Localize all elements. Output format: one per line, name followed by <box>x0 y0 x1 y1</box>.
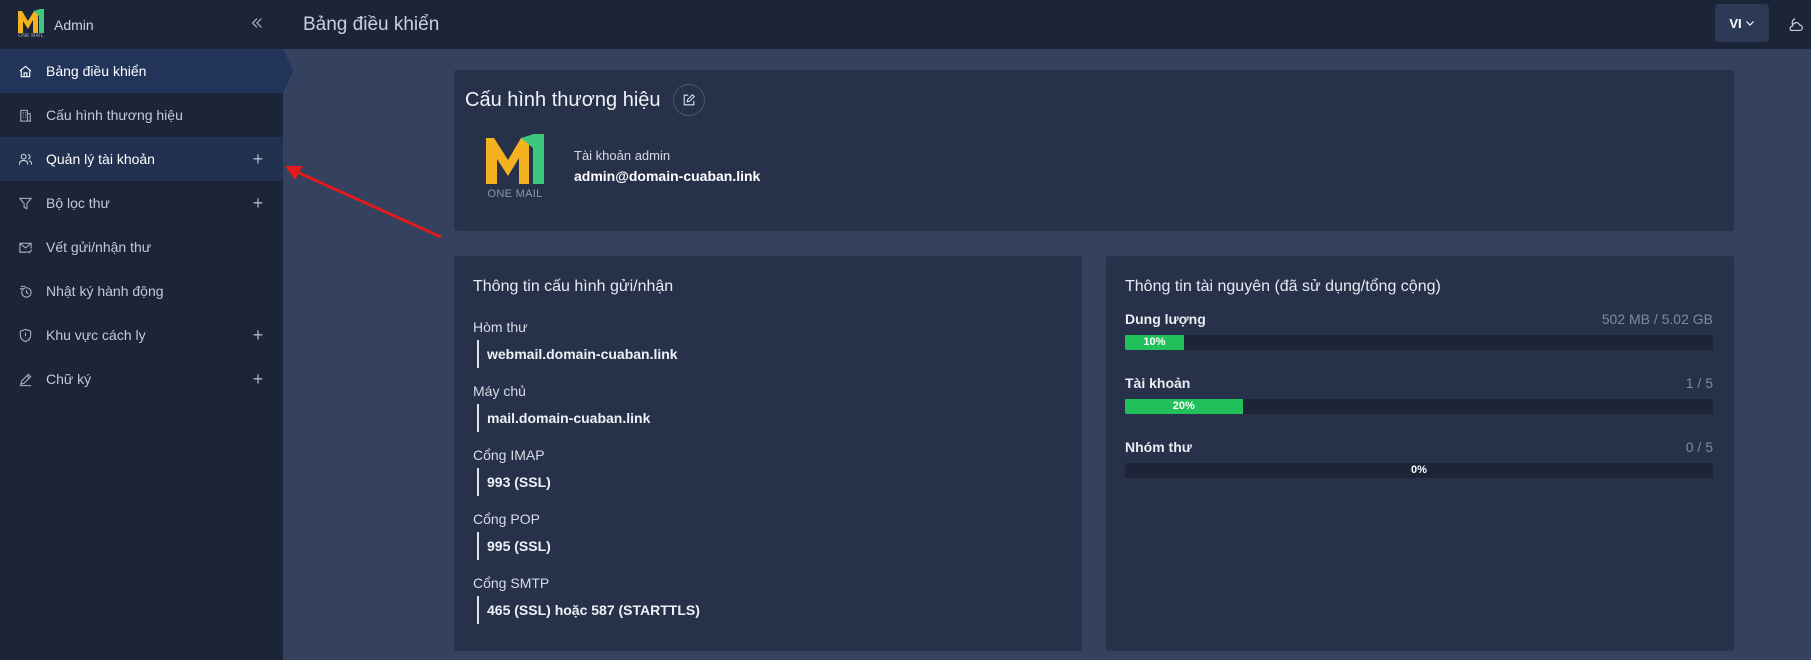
config-value: webmail.domain-cuaban.link <box>477 340 1063 368</box>
resource-usage-card: Thông tin tài nguyên (đã sử dụng/tổng cộ… <box>1106 256 1734 651</box>
resource-usage: 0 / 5 <box>1685 439 1713 455</box>
config-item-pop: Cổng POP 995 (SSL) <box>473 511 1063 575</box>
logo-tiny-text: ONE MAIL <box>18 32 44 39</box>
top-bar: Bảng điều khiển VI <box>283 0 1811 49</box>
config-label: Hòm thư <box>473 319 528 335</box>
admin-account-info: Tài khoản admin admin@domain-cuaban.link <box>574 148 760 184</box>
mail-check-icon <box>16 238 34 256</box>
language-selector[interactable]: VI <box>1715 4 1769 42</box>
config-label: Cổng SMTP <box>473 575 550 591</box>
sidebar-item-label: Quản lý tài khoản <box>46 151 155 167</box>
sidebar-item-dashboard[interactable]: Bảng điều khiển <box>0 49 293 93</box>
brand-card-header: Cấu hình thương hiệu <box>465 84 705 116</box>
theme-toggle-button[interactable] <box>1785 14 1807 36</box>
mail-config-list: Hòm thư webmail.domain-cuaban.link Máy c… <box>473 319 1063 639</box>
signature-pen-icon <box>16 370 34 388</box>
expand-icon[interactable]: + <box>249 193 267 213</box>
logo-caption: ONE MAIL <box>487 188 543 200</box>
sidebar: ONE MAIL Admin Bảng điều khiển Cấu hình … <box>0 0 293 660</box>
progress-bar: 20% <box>1125 399 1713 414</box>
sidebar-item-brand-config[interactable]: Cấu hình thương hiệu <box>0 93 283 137</box>
onemail-logo-icon <box>486 134 544 184</box>
sidebar-item-label: Khu vực cách ly <box>46 327 146 343</box>
resource-label: Nhóm thư <box>1125 439 1192 455</box>
config-item-imap: Cổng IMAP 993 (SSL) <box>473 447 1063 511</box>
sidebar-item-activity-log[interactable]: Nhật ký hành động <box>0 269 283 313</box>
brand-area: ONE MAIL Admin <box>0 0 283 49</box>
admin-account-label: Tài khoản admin <box>574 148 671 163</box>
config-value: 995 (SSL) <box>477 532 1063 560</box>
sidebar-item-account-management[interactable]: Quản lý tài khoản + <box>0 137 283 181</box>
sidebar-item-label: Cấu hình thương hiệu <box>46 107 183 123</box>
onemail-logo-icon <box>18 8 44 33</box>
brand-config-card: Cấu hình thương hiệu ONE MAIL Tài khoản … <box>454 70 1734 231</box>
sidebar-nav: Bảng điều khiển Cấu hình thương hiệu Quả… <box>0 49 293 401</box>
config-value: 993 (SSL) <box>477 468 1063 496</box>
resource-label: Tài khoản <box>1125 375 1191 391</box>
resource-item-mail-groups: Nhóm thư 0 / 5 0% <box>1125 439 1713 503</box>
config-value: mail.domain-cuaban.link <box>477 404 1063 432</box>
language-code: VI <box>1729 15 1742 31</box>
app-name: Admin <box>54 16 94 33</box>
resource-item-accounts: Tài khoản 1 / 5 20% <box>1125 375 1713 439</box>
expand-icon[interactable]: + <box>249 325 267 345</box>
sidebar-item-label: Vết gửi/nhận thư <box>46 239 152 255</box>
resource-usage: 502 MB / 5.02 GB <box>1601 311 1713 327</box>
brand-card-title: Cấu hình thương hiệu <box>465 88 661 111</box>
resource-label: Dung lượng <box>1125 311 1206 327</box>
collapse-sidebar-button[interactable] <box>247 13 267 33</box>
config-item-smtp: Cổng SMTP 465 (SSL) hoặc 587 (STARTTLS) <box>473 575 1063 639</box>
edit-brand-button[interactable] <box>672 84 705 116</box>
home-icon <box>16 62 34 80</box>
expand-icon[interactable]: + <box>249 369 267 389</box>
config-item-webmail: Hòm thư webmail.domain-cuaban.link <box>473 319 1063 383</box>
progress-bar: 0% <box>1125 463 1713 478</box>
shield-icon <box>16 326 34 344</box>
progress-label: 10% <box>1143 336 1166 348</box>
sidebar-item-mail-trace[interactable]: Vết gửi/nhận thư <box>0 225 283 269</box>
sidebar-item-quarantine[interactable]: Khu vực cách ly + <box>0 313 283 357</box>
brand-logo: ONE MAIL <box>482 132 548 200</box>
resource-usage-list: Dung lượng 502 MB / 5.02 GB 10% Tài khoả… <box>1125 311 1713 503</box>
config-label: Máy chủ <box>473 383 526 399</box>
resource-usage-title: Thông tin tài nguyên (đã sử dụng/tổng cộ… <box>1125 278 1441 295</box>
moon-cloud-icon <box>1789 18 1803 31</box>
sidebar-item-label: Chữ ký <box>46 371 92 387</box>
page-title: Bảng điều khiển <box>303 13 440 35</box>
mail-config-card: Thông tin cấu hình gửi/nhận Hòm thư webm… <box>454 256 1082 651</box>
mail-config-title: Thông tin cấu hình gửi/nhận <box>473 278 674 295</box>
chevron-down-icon <box>1745 21 1754 26</box>
progress-label: 20% <box>1172 400 1195 412</box>
building-icon <box>16 106 34 124</box>
resource-item-storage: Dung lượng 502 MB / 5.02 GB 10% <box>1125 311 1713 375</box>
sidebar-item-signature[interactable]: Chữ ký + <box>0 357 283 401</box>
double-chevron-left-icon <box>251 18 262 28</box>
config-value: 465 (SSL) hoặc 587 (STARTTLS) <box>477 596 1063 624</box>
admin-email: admin@domain-cuaban.link <box>574 168 761 184</box>
sidebar-item-label: Nhật ký hành động <box>46 283 164 299</box>
config-label: Cổng IMAP <box>473 447 545 463</box>
sidebar-item-mail-filter[interactable]: Bộ lọc thư + <box>0 181 283 225</box>
resource-usage: 1 / 5 <box>1685 375 1713 391</box>
config-label: Cổng POP <box>473 511 540 527</box>
sidebar-item-label: Bảng điều khiển <box>46 63 147 79</box>
progress-bar: 10% <box>1125 335 1713 350</box>
app-logo[interactable]: ONE MAIL <box>16 8 46 42</box>
filter-icon <box>16 194 34 212</box>
expand-icon[interactable]: + <box>249 149 267 169</box>
annotation-arrow <box>285 166 442 239</box>
sidebar-item-label: Bộ lọc thư <box>46 195 110 211</box>
activity-log-icon <box>16 282 34 300</box>
config-item-server: Máy chủ mail.domain-cuaban.link <box>473 383 1063 447</box>
users-icon <box>16 150 34 168</box>
edit-icon <box>683 94 695 106</box>
progress-label: 0% <box>1411 464 1427 476</box>
